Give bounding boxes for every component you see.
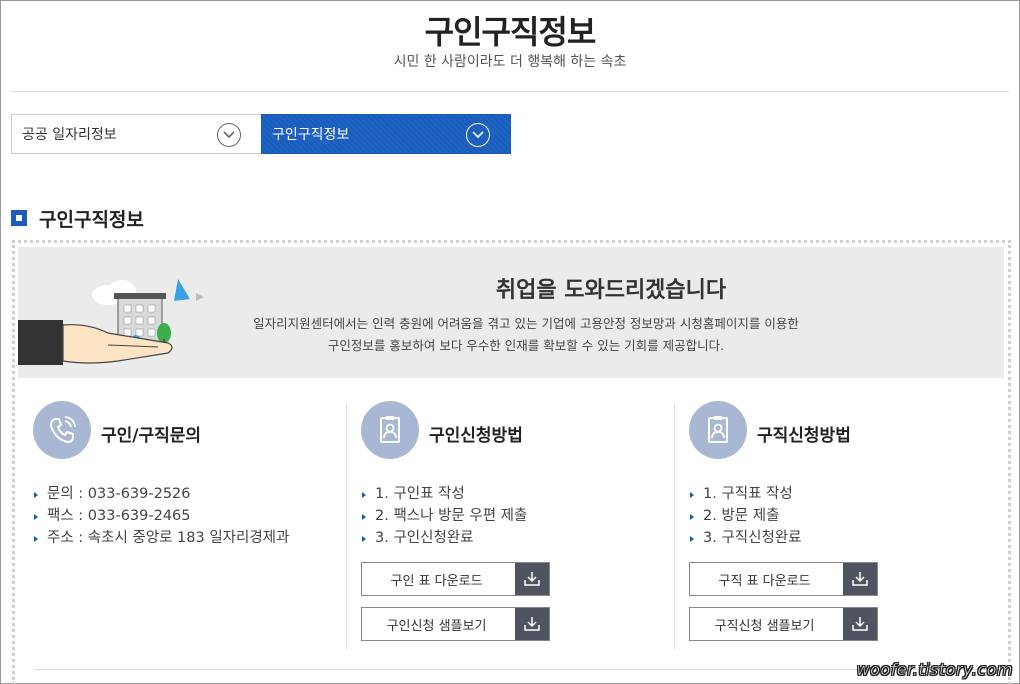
list-item: 주소 : 속초시 중앙로 183 일자리경제과 — [33, 527, 289, 549]
id-card-icon — [361, 401, 419, 459]
button-label: 구인 표 다운로드 — [390, 573, 483, 589]
chevron-down-icon — [217, 123, 241, 147]
section-title: 구인구직정보 — [39, 209, 144, 231]
job-offer-form-download-button[interactable]: 구인 표 다운로드 — [361, 562, 550, 596]
id-card-icon — [689, 401, 747, 459]
download-icon — [843, 608, 877, 640]
bottom-divider — [34, 669, 986, 670]
download-icon — [515, 608, 549, 640]
column-divider — [346, 403, 347, 649]
dropdown-label: 공공 일자리정보 — [22, 127, 117, 143]
page-header: 구인구직정보 시민 한 사람이라도 더 행복해 하는 속초 — [1, 1, 1019, 93]
phone-icon — [33, 401, 91, 459]
job-offer-column: 구인신청방법 1. 구인표 작성 2. 팩스나 방문 우편 제출 3. 구인신청… — [361, 401, 661, 649]
list-item: 1. 구인표 작성 — [361, 483, 527, 505]
list-item: 3. 구인신청완료 — [361, 527, 527, 549]
job-seek-sample-button[interactable]: 구직신청 샘플보기 — [689, 607, 878, 641]
banner-description: 일자리지원센터에서는 인력 충원에 어려움을 겪고 있는 기업에 고용안정 정보… — [218, 313, 834, 357]
dropdown-public-jobs[interactable]: 공공 일자리정보 — [11, 114, 261, 154]
column-divider — [674, 403, 675, 649]
page-title: 구인구직정보 — [424, 13, 597, 51]
page-subtitle: 시민 한 사람이라도 더 행복해 하는 속초 — [393, 54, 627, 70]
column-title: 구인신청방법 — [429, 426, 523, 446]
list-item: 1. 구직표 작성 — [689, 483, 801, 505]
button-label: 구직신청 샘플보기 — [714, 618, 815, 634]
list-item: 문의 : 033-639-2526 — [33, 483, 289, 505]
column-title: 구인/구직문의 — [101, 426, 202, 446]
hand-building-illustration-icon — [18, 279, 204, 365]
banner-title: 취업을 도와드리겠습니다 — [495, 278, 727, 303]
list-item: 팩스 : 033-639-2465 — [33, 505, 289, 527]
download-icon — [515, 563, 549, 595]
job-seek-steps: 1. 구직표 작성 2. 방문 제출 3. 구직신청완료 — [689, 483, 801, 549]
dropdown-label: 구인구직정보 — [272, 127, 350, 143]
job-offer-sample-button[interactable]: 구인신청 샘플보기 — [361, 607, 550, 641]
dropdown-job-info[interactable]: 구인구직정보 — [261, 114, 511, 154]
watermark: woofer.tistory.com — [856, 660, 1013, 680]
job-seek-form-download-button[interactable]: 구직 표 다운로드 — [689, 562, 878, 596]
list-item: 2. 방문 제출 — [689, 505, 801, 527]
column-title: 구직신청방법 — [757, 426, 851, 446]
list-item: 2. 팩스나 방문 우편 제출 — [361, 505, 527, 527]
button-label: 구인신청 샘플보기 — [386, 618, 487, 634]
job-offer-steps: 1. 구인표 작성 2. 팩스나 방문 우편 제출 3. 구인신청완료 — [361, 483, 527, 549]
contact-list: 문의 : 033-639-2526 팩스 : 033-639-2465 주소 :… — [33, 483, 289, 549]
button-label: 구직 표 다운로드 — [718, 573, 811, 589]
header-divider — [11, 91, 1009, 92]
section-marker-icon — [11, 210, 27, 226]
contact-column: 구인/구직문의 문의 : 033-639-2526 팩스 : 033-639-2… — [33, 401, 333, 649]
banner-line-1: 일자리지원센터에서는 인력 충원에 어려움을 겪고 있는 기업에 고용안정 정보… — [253, 316, 799, 331]
job-seek-column: 구직신청방법 1. 구직표 작성 2. 방문 제출 3. 구직신청완료 구직 표… — [689, 401, 989, 649]
chevron-down-icon — [466, 123, 490, 147]
download-icon — [843, 563, 877, 595]
info-banner: 취업을 도와드리겠습니다 일자리지원센터에서는 인력 충원에 어려움을 겪고 있… — [18, 247, 1004, 378]
banner-line-2: 구인정보를 홍보하여 보다 우수한 인재를 확보할 수 있는 기회를 제공합니다… — [327, 338, 725, 353]
list-item: 3. 구직신청완료 — [689, 527, 801, 549]
